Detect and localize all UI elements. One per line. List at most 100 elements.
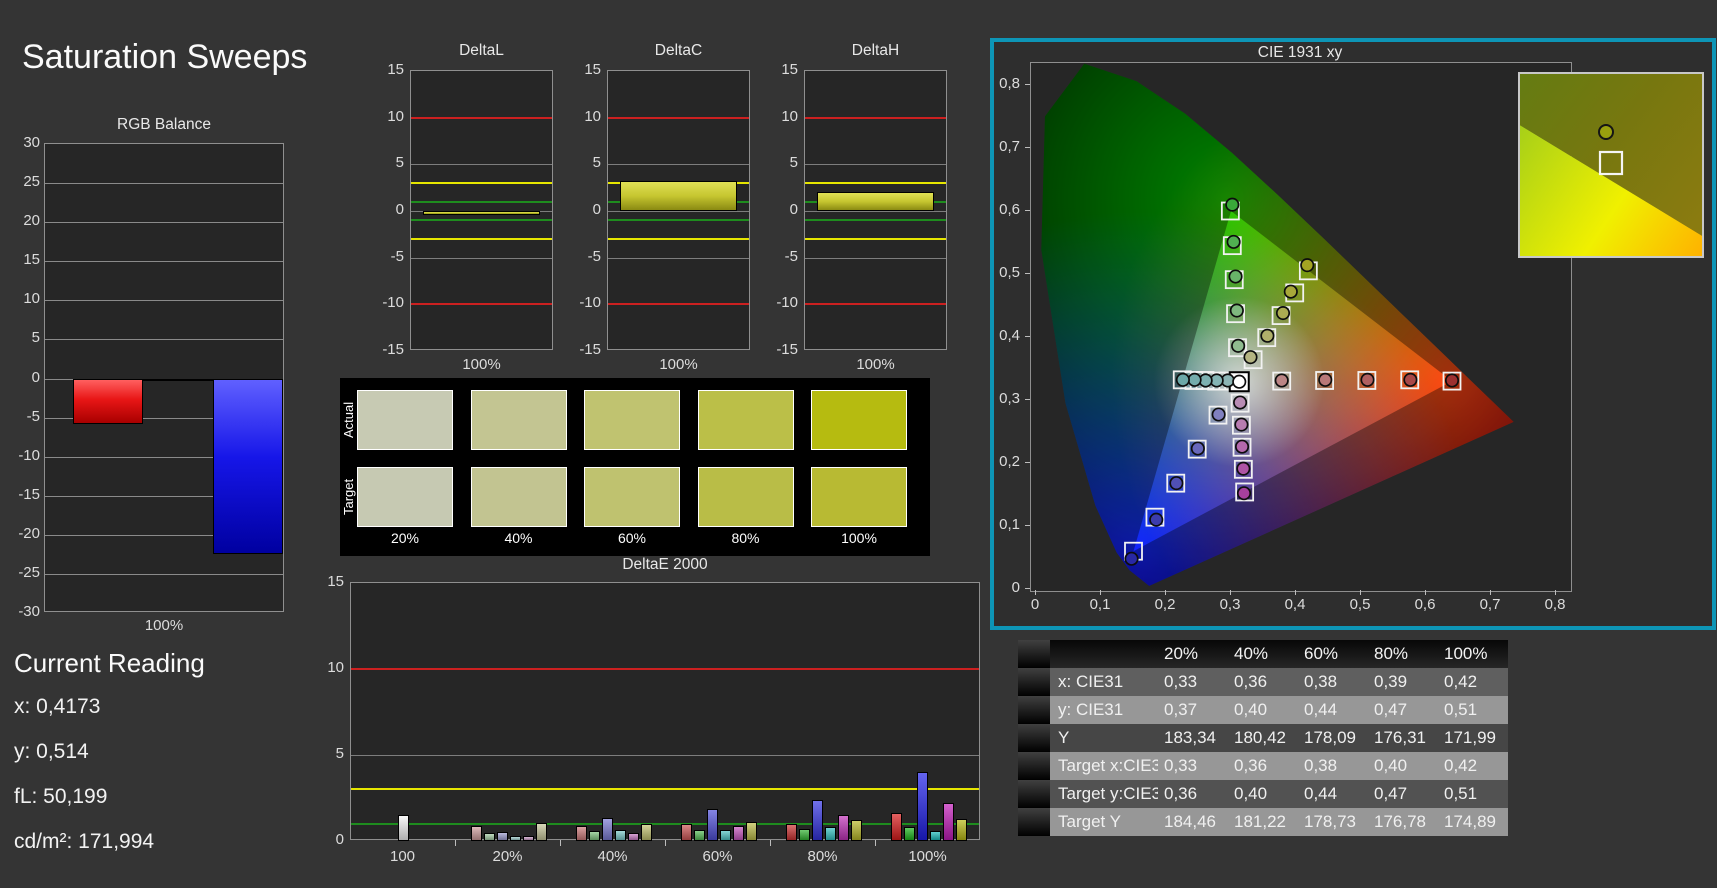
deltah-chart[interactable] [804, 70, 947, 350]
cie-x-tick-mark [1360, 590, 1361, 595]
cie-x-tick-mark [1230, 590, 1231, 595]
gridline [805, 211, 946, 212]
deltah-title: DeltaH [851, 42, 900, 59]
deltal-chart[interactable] [410, 70, 553, 350]
cie-x-tick: 0,6 [1414, 596, 1436, 613]
cie-x-tick-mark [1425, 590, 1426, 595]
table-value-cell: 0,38 [1298, 752, 1368, 780]
table-value-cell: 0,44 [1298, 696, 1368, 724]
gridline [411, 164, 552, 166]
table-header-cell: 80% [1368, 640, 1438, 668]
deltae-bar [627, 833, 639, 841]
table-row-label: Target y:CIE31 [1050, 780, 1158, 808]
rgb-balance-chart[interactable] [44, 143, 284, 612]
deltac-y-tick: 15 [584, 61, 601, 78]
table-row-label: Y [1050, 724, 1158, 752]
deltac-y-tick: 10 [584, 107, 601, 125]
deltae-axis-tick [560, 840, 561, 846]
cie-x-tick: 0,3 [1219, 596, 1241, 613]
limit-line [608, 116, 749, 119]
cie-measured-blue [1211, 407, 1226, 422]
cie-measured-white [1232, 374, 1247, 389]
reading-y: y: 0,514 [14, 740, 89, 763]
deltae-bar [483, 833, 495, 841]
table-chip-cell [1018, 808, 1050, 836]
deltae-bar [522, 835, 534, 841]
swatch-col-label: 60% [617, 530, 647, 546]
gridline [608, 164, 749, 166]
table-value-cell: 0,42 [1438, 752, 1508, 780]
gridline [45, 300, 283, 302]
gridline [45, 261, 283, 263]
cie-measured-blue [1149, 512, 1164, 527]
limit-line [608, 303, 749, 306]
table-header-cell: 40% [1228, 640, 1298, 668]
cie-y-tick: 0,6 [999, 201, 1020, 218]
deltae-bar [575, 826, 587, 841]
table-row-label: y: CIE31 [1050, 696, 1158, 724]
deltae-bar [811, 799, 823, 841]
table-row-label: Target Y [1050, 808, 1158, 836]
cie-measured-green [1226, 234, 1241, 249]
gridline [805, 164, 946, 166]
reading-cdm2: cd/m²: 171,994 [14, 830, 155, 853]
table-value-cell: 0,38 [1298, 668, 1368, 696]
deltal-y-tick: -10 [382, 294, 404, 312]
cie-y-tick: 0,2 [999, 453, 1020, 470]
rgb-y-tick: 30 [23, 134, 40, 151]
table-value-cell: 0,47 [1368, 780, 1438, 808]
table-value-cell: 184,46 [1158, 808, 1228, 836]
table-value-cell: 176,78 [1368, 808, 1438, 836]
rgb-bar-green [143, 378, 213, 381]
swatch-actual-40% [470, 390, 567, 450]
deltac-y-tick: -15 [579, 341, 601, 358]
rgb-y-tick: 25 [23, 173, 40, 191]
table-value-cell: 0,40 [1368, 752, 1438, 780]
deltae-axis-tick [770, 840, 771, 846]
table-chip-cell [1018, 640, 1050, 668]
cie-y-tick-mark [1025, 399, 1030, 400]
deltac-y-tick: 5 [592, 154, 601, 172]
table-value-cell: 0,51 [1438, 696, 1508, 724]
table-chip-cell [1018, 724, 1050, 752]
cie-measured-cyan [1175, 372, 1190, 387]
cie-x-tick: 0,8 [1544, 596, 1566, 613]
cie-measured-yellow [1275, 306, 1291, 321]
cie-y-tick-mark [1025, 462, 1030, 463]
deltac-x-label: 100% [659, 356, 698, 373]
deltal-title: DeltaL [459, 42, 504, 59]
limit-line [411, 200, 552, 203]
limit-line [805, 303, 946, 306]
table-value-cell: 0,40 [1228, 780, 1298, 808]
table-value-cell: 0,51 [1438, 780, 1508, 808]
deltal-y-tick: 5 [395, 154, 404, 172]
deltae-x-label: 20% [492, 848, 523, 865]
cie-measured-red [1444, 373, 1460, 388]
cie-diagram[interactable] [1030, 62, 1572, 592]
deltal-bar [423, 211, 540, 216]
swatch-col-label: 80% [731, 530, 760, 546]
rgb-y-tick: 10 [23, 290, 40, 308]
swatch-actual-60% [584, 390, 680, 450]
cie-x-tick: 0,5 [1349, 596, 1371, 613]
reading-x: x: 0,4173 [14, 695, 101, 718]
cie-measured-magenta [1233, 395, 1248, 410]
table-value-cell: 0,33 [1158, 752, 1228, 780]
cie-measured-red [1360, 372, 1375, 387]
deltal-y-tick: -5 [390, 247, 404, 265]
cie-y-tick: 0 [1011, 579, 1020, 596]
table-value-cell: 0,44 [1298, 780, 1368, 808]
gridline [411, 257, 552, 259]
rgb-y-tick: -15 [18, 485, 40, 503]
table-value-cell: 174,89 [1438, 808, 1508, 836]
deltal-y-tick: 0 [395, 201, 404, 218]
deltac-chart[interactable] [607, 70, 750, 350]
cie-measured-magenta [1234, 417, 1249, 432]
table-chip-cell [1018, 780, 1050, 808]
deltah-y-tick: 0 [789, 201, 798, 218]
limit-line [351, 668, 979, 670]
deltae-chart[interactable] [350, 582, 980, 841]
deltae-x-label: 40% [597, 848, 628, 865]
deltae-x-label: 100% [908, 848, 947, 865]
deltae-y-tick: 0 [335, 831, 344, 848]
